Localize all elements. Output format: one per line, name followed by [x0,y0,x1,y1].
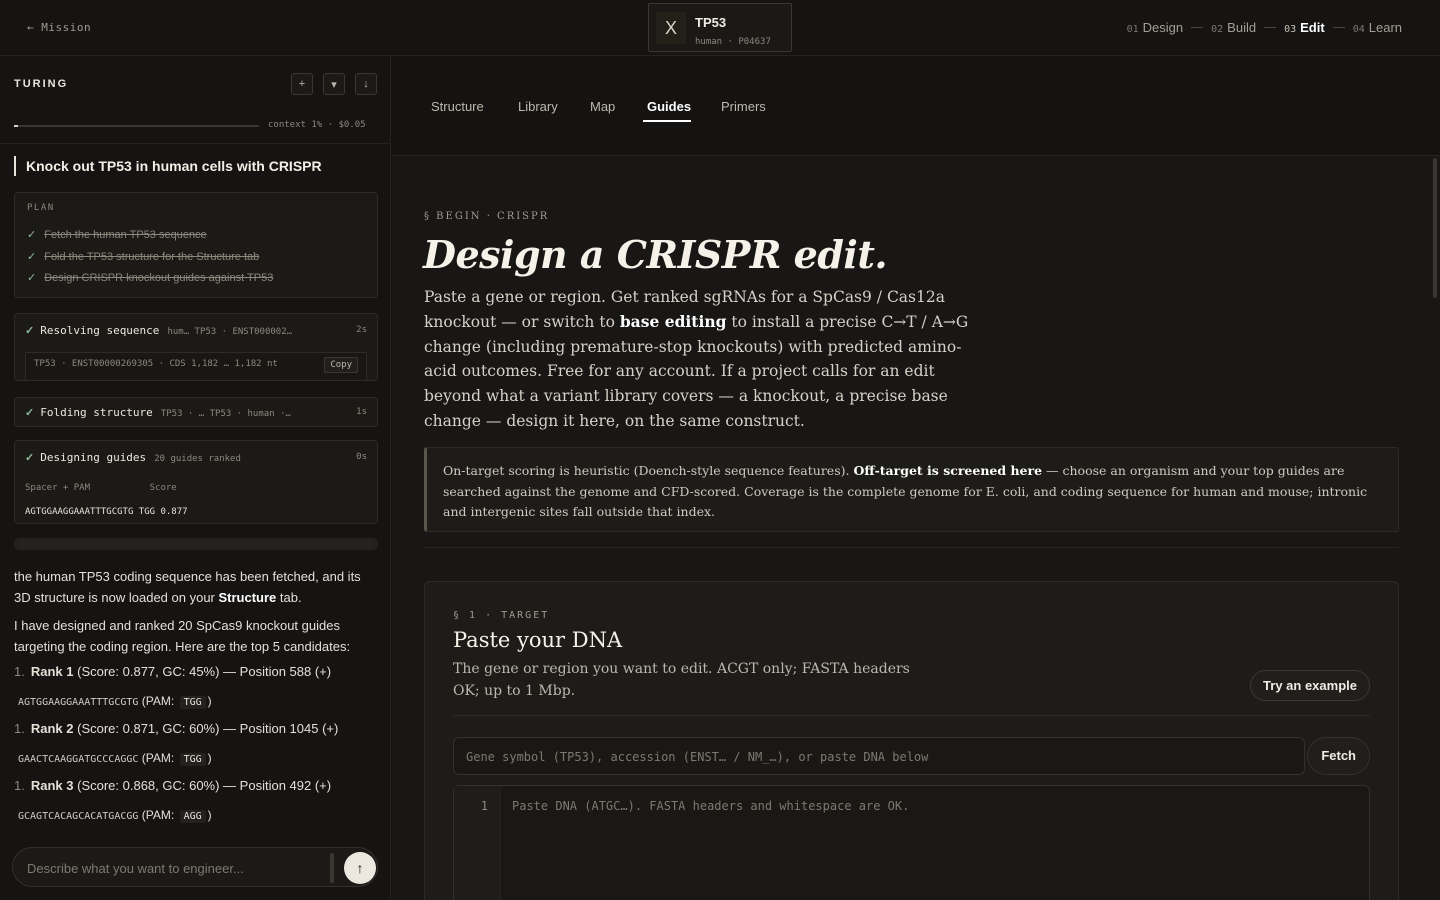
step-separator [1264,27,1277,28]
step-design[interactable]: 01 Design [1127,20,1184,35]
copy-button[interactable]: Copy [324,357,358,373]
dropdown-button[interactable]: ▾ [323,73,345,95]
check-icon: ✓ [25,407,35,419]
plan-item: ✓ Fold the TP53 structure for the Structu… [27,251,260,263]
horizontal-scrollbar[interactable] [14,538,378,550]
tool-step-resolving[interactable]: ✓ Resolving sequence hum… TP53 · ENST00000… [14,313,378,381]
check-icon: ✓ [27,251,37,263]
target-panel: § 1 · TARGET Paste your DNA The gene or … [424,581,1399,900]
new-chat-button[interactable]: + [291,73,313,95]
plan-item: ✓ Design CRISPR knockout guides against T… [27,272,274,284]
plan-item: ✓ Fetch the human TP53 sequence [27,229,207,241]
candidate-line: 1. Rank 1 (Score: 0.877, GC: 45%) — Posit… [14,664,332,679]
guides-table-row: AGTGGAAGGAAATTTGCGTG TGG 0.877 [25,507,188,517]
target-name: TP53 [695,15,727,30]
check-icon: ✓ [27,272,37,284]
step-build[interactable]: 02 Build [1211,20,1256,35]
tab-primers[interactable]: Primers [721,99,766,114]
workflow-steps: 01 Design 02 Build 03 Edit 04 Learn [1127,20,1402,35]
check-icon: ✓ [25,325,35,337]
send-button[interactable]: ↑ [344,852,376,884]
line-number: 1 [480,799,488,813]
top-bar: ← Mission X TP53 human · P04637 01 Design… [0,0,1440,56]
chat-input[interactable] [27,858,317,878]
target-subtitle: human · P04637 [695,37,771,47]
chat-composer: ↑ [12,847,378,887]
download-button[interactable]: ↓ [355,73,377,95]
active-tab-indicator [643,120,691,122]
panel-title: Paste your DNA [453,628,623,652]
page-description: Paste a gene or region. Get ranked sgRNA… [424,288,969,430]
step-separator [1191,27,1204,28]
composer-divider [330,853,334,883]
tab-structure[interactable]: Structure [431,99,484,114]
guides-table-header: Spacer + PAM Score [25,483,177,493]
back-to-mission-link[interactable]: ← Mission [27,21,91,34]
check-icon: ✓ [25,452,35,464]
tool-step-designing[interactable]: ✓ Designing guides 20 guides ranked 0s Spa… [14,440,378,524]
plan-label: PLAN [27,203,55,213]
gene-search-field [453,737,1305,775]
vertical-scrollbar[interactable] [1433,158,1437,298]
sidebar-title: TURING [14,78,69,90]
context-usage-fill [14,125,18,127]
tab-guides[interactable]: Guides [647,99,691,114]
line-number-gutter: 1 [454,786,501,900]
tab-library[interactable]: Library [518,99,558,114]
try-example-button[interactable]: Try an example [1250,670,1370,701]
context-usage-text: context 1% · $0.05 [268,120,366,130]
context-usage-bar [14,125,259,127]
tab-map[interactable]: Map [590,99,615,114]
off-target-note: On-target scoring is heuristic (Doench-s… [424,447,1399,532]
dna-textarea[interactable] [512,799,1352,900]
step-separator [1332,27,1345,28]
check-icon: ✓ [27,229,37,241]
step-learn[interactable]: 04 Learn [1353,20,1402,35]
candidate-sequence: GAACTCAAGGATGCCCAGGC (PAM: TGG) [18,751,212,766]
panel-kicker: § 1 · TARGET [453,610,550,621]
page-title: Design a CRISPR edit. [423,232,888,277]
step-edit[interactable]: 03 Edit [1284,20,1325,35]
gene-search-input[interactable] [466,747,1286,767]
main-panel: Structure Library Map Guides Primers § B… [392,56,1440,900]
task-title: Knock out TP53 in human cells with CRISP… [14,156,322,176]
divider [453,715,1370,716]
dna-editor: 1 [453,785,1370,900]
sequence-detail: TP53 · ENST00000269305 · CDS 1,182 … 1,1… [25,352,367,380]
divider [424,547,1399,548]
assistant-sidebar: TURING + ▾ ↓ context 1% · $0.05 Knock ou… [0,56,391,900]
candidate-line: 1. Rank 2 (Score: 0.871, GC: 60%) — Posit… [14,721,339,736]
section-kicker: § BEGIN · CRISPR [424,211,550,222]
plan-card: PLAN ✓ Fetch the human TP53 sequence ✓ Fol… [14,192,378,298]
candidate-sequence: AGTGGAAGGAAATTTGCGTG (PAM: TGG) [18,694,212,709]
candidate-sequence: GCAGTCACAGCACATGACGG (PAM: AGG) [18,808,212,823]
tab-bar: Structure Library Map Guides Primers [392,56,1440,156]
fetch-button[interactable]: Fetch [1307,737,1370,775]
tool-step-folding[interactable]: ✓ Folding structure TP53 · … TP53 · human … [14,397,378,427]
tool-step-header: ✓ Resolving sequence hum… TP53 · ENST00000… [25,324,367,337]
divider [0,143,390,144]
assistant-message: I have designed and ranked 20 SpCas9 kno… [14,618,351,654]
panel-description: The gene or region you want to edit. ACG… [453,661,910,699]
close-icon[interactable]: X [656,12,686,44]
target-chip[interactable]: X TP53 human · P04637 [648,3,792,52]
candidate-line: 1. Rank 3 (Score: 0.868, GC: 60%) — Posit… [14,778,332,793]
tool-step-header: ✓ Designing guides 20 guides ranked 0s [25,451,367,464]
tool-step-header: ✓ Folding structure TP53 · … TP53 · human … [25,406,367,419]
assistant-message: the human TP53 coding sequence has been … [14,569,361,605]
